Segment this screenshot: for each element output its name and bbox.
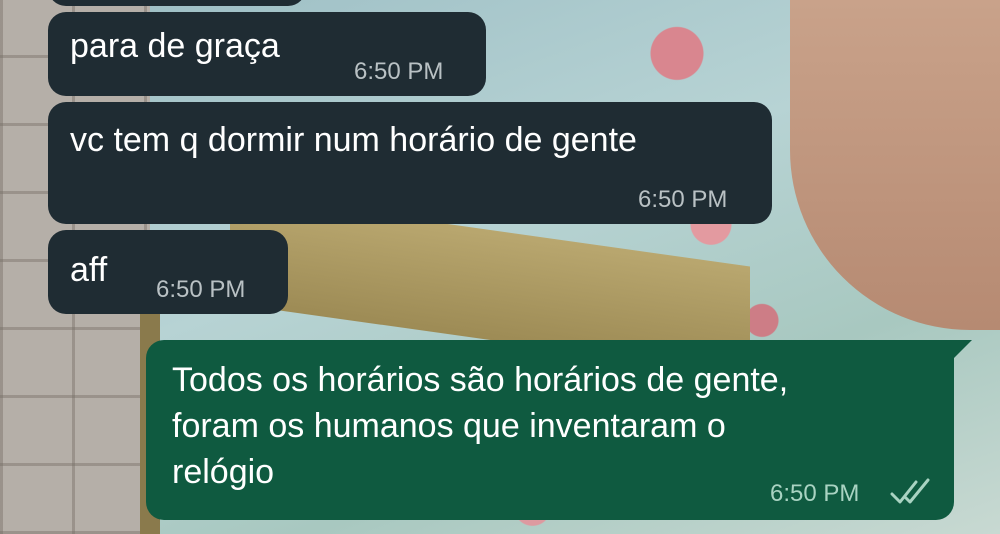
message-time: 6:50 PM (354, 58, 444, 85)
message-bubble-partial[interactable] (48, 0, 306, 6)
message-text: para de graça (70, 27, 280, 65)
message-text-line: Todos os horários são horários de gente, (172, 361, 789, 399)
message-bubble-incoming[interactable]: vc tem q dormir num horário de gente 6:5… (48, 102, 772, 224)
message-text-line: relógio (172, 453, 275, 491)
message-text: aff (70, 251, 108, 289)
message-bubble-outgoing[interactable]: Todos os horários são horários de gente,… (146, 340, 954, 520)
read-double-check-icon (890, 478, 930, 504)
message-bubble-incoming[interactable]: para de graça 6:50 PM (48, 12, 486, 96)
message-list[interactable]: para de graça 6:50 PM vc tem q dormir nu… (0, 0, 1000, 534)
message-time: 6:50 PM (156, 276, 246, 303)
bubble-tail (954, 340, 972, 358)
message-time: 6:50 PM (770, 480, 860, 507)
message-text-line: foram os humanos que inventaram o (172, 407, 726, 445)
message-bubble-incoming[interactable]: aff 6:50 PM (48, 230, 288, 314)
message-text: vc tem q dormir num horário de gente (70, 121, 637, 159)
message-time: 6:50 PM (638, 186, 728, 213)
